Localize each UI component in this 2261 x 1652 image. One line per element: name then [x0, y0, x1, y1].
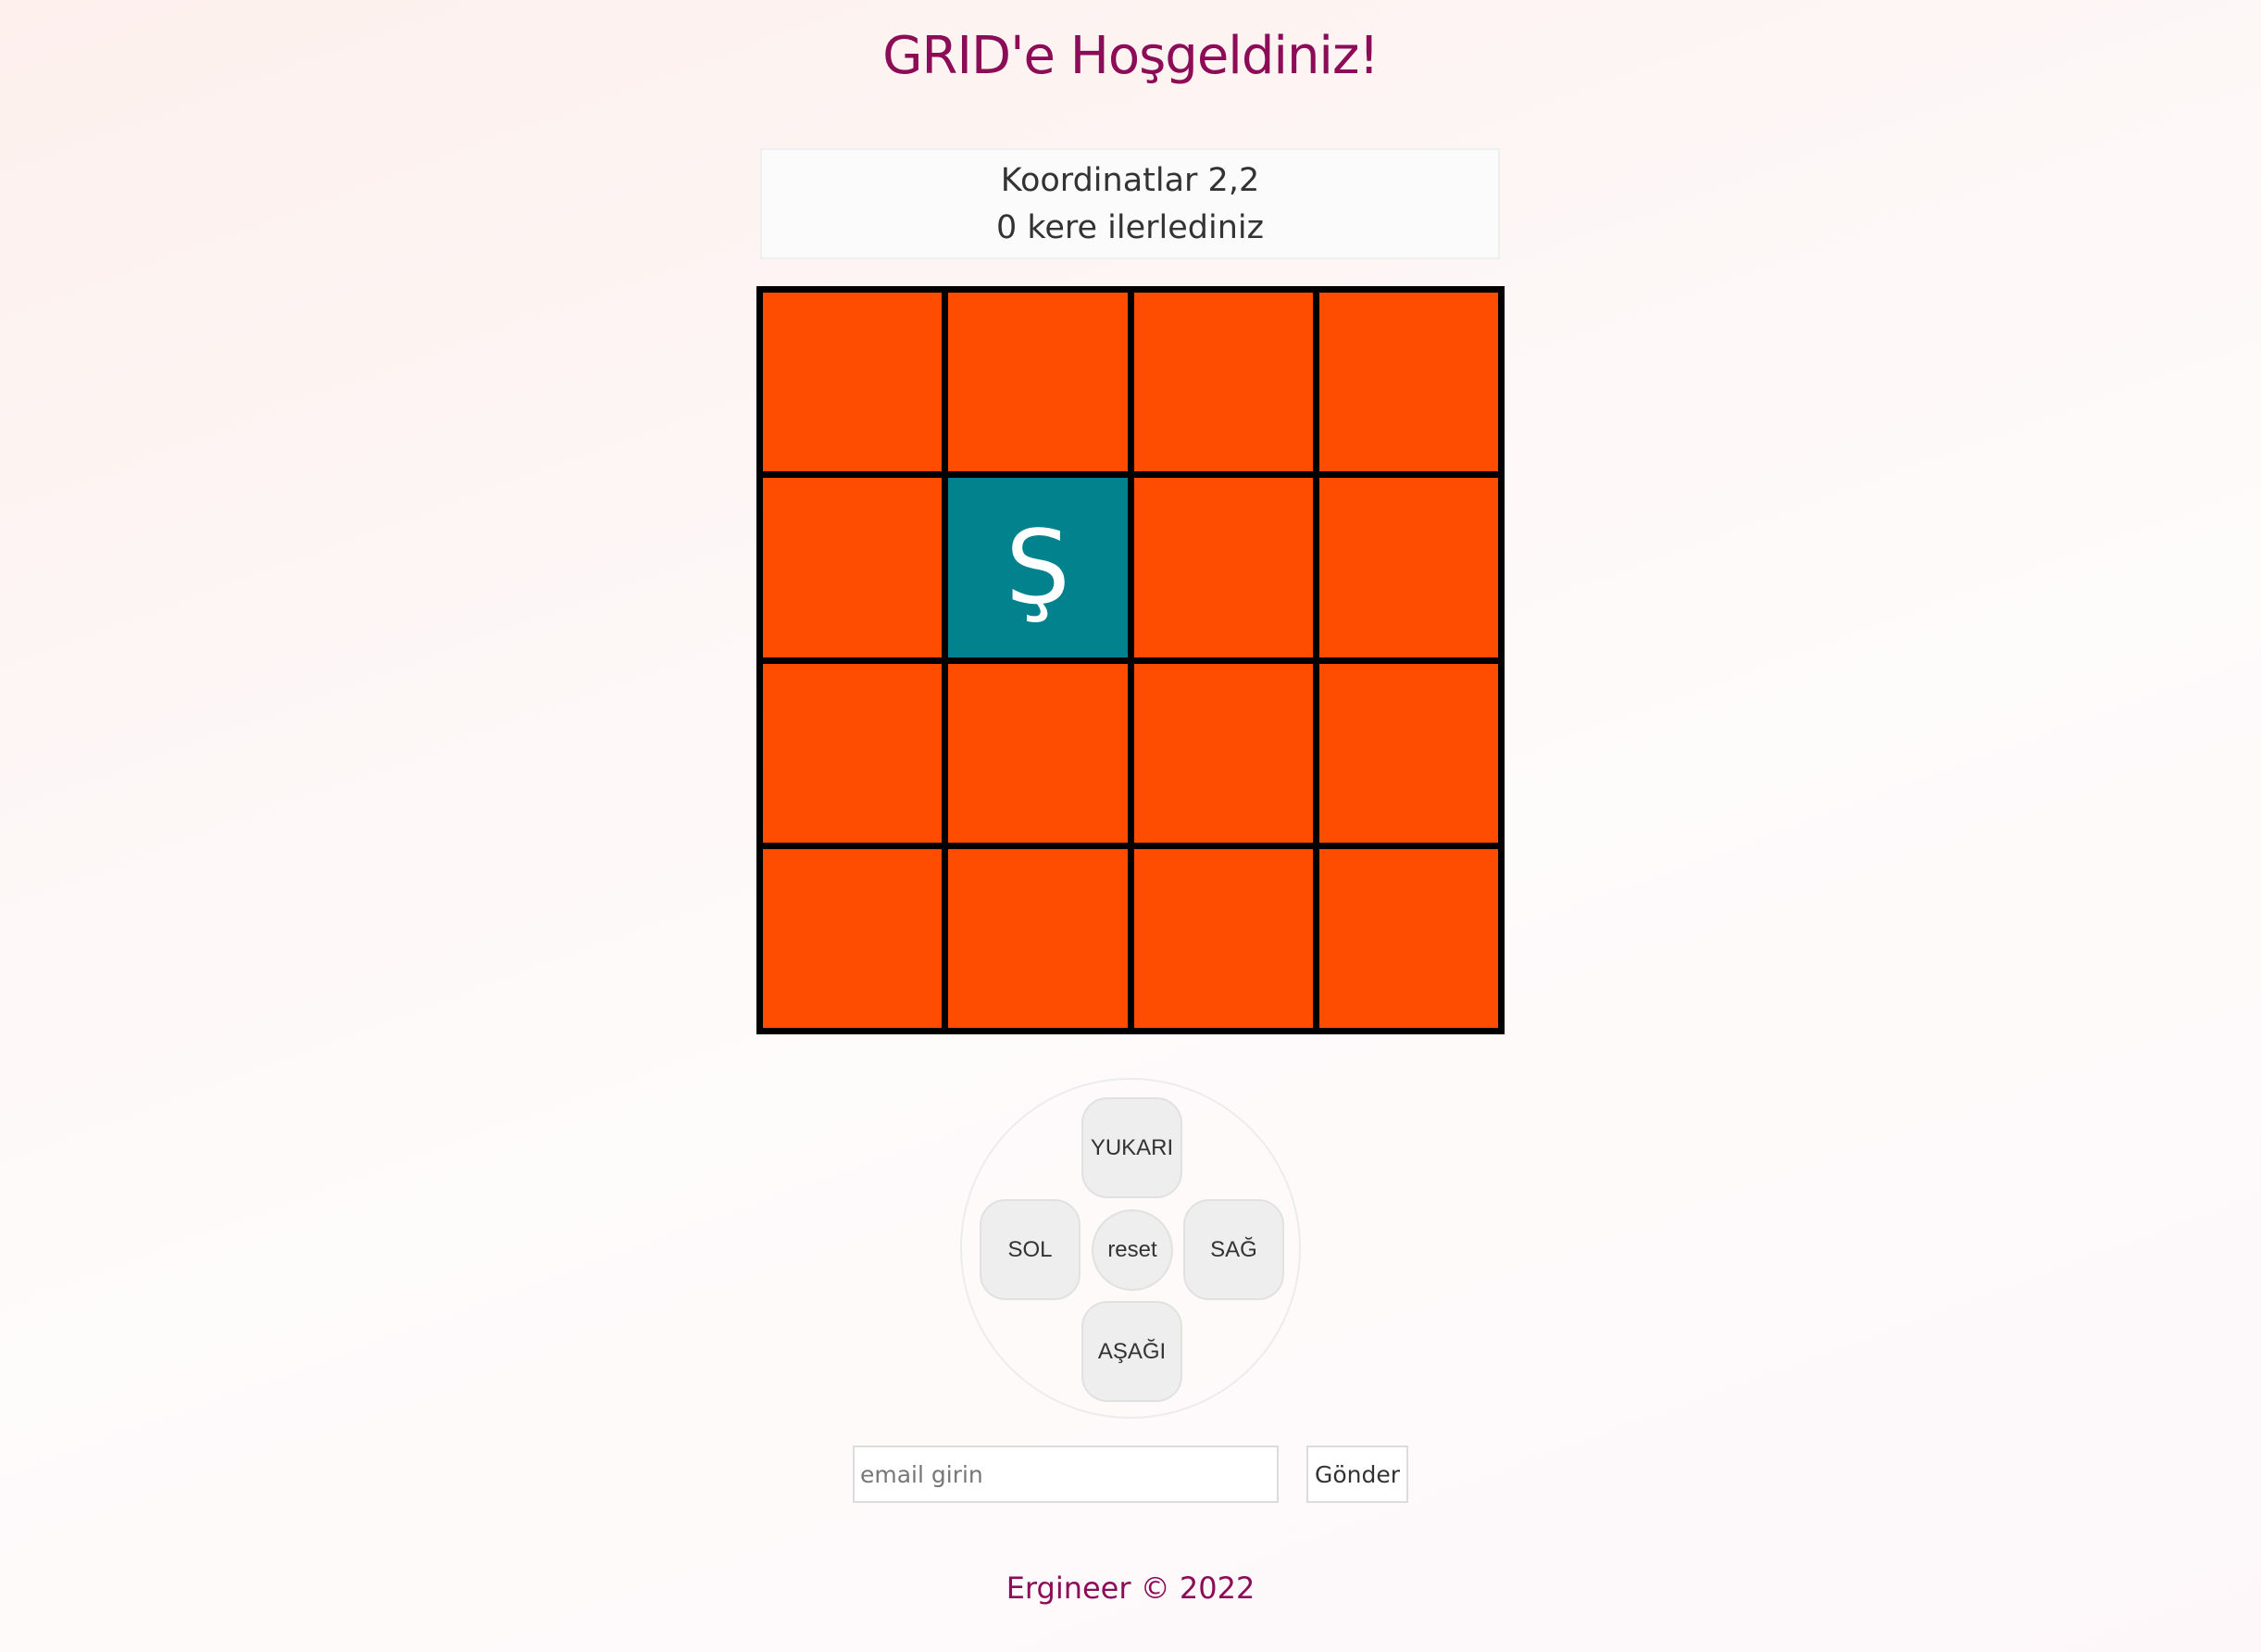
grid-cell	[948, 293, 1128, 472]
grid-cell	[1133, 478, 1313, 657]
grid-cell	[763, 293, 943, 472]
info-panel: Koordinatlar 2,2 0 kere ilerlediniz	[760, 148, 1500, 259]
down-button[interactable]: AŞAĞI	[1081, 1301, 1182, 1402]
grid-cell	[763, 478, 943, 657]
steps-text: 0 kere ilerlediniz	[995, 209, 1265, 246]
coordinates-text: Koordinatlar 2,2	[1000, 162, 1260, 199]
footer-text: Ergineer © 2022	[1006, 1571, 1255, 1606]
grid-cell	[948, 663, 1128, 843]
submit-button[interactable]: Gönder	[1306, 1446, 1408, 1503]
direction-keypad: YUKARI SOL reset SAĞ AŞAĞI	[960, 1078, 1301, 1419]
grid-cell	[1133, 848, 1313, 1028]
grid-cell	[1318, 478, 1498, 657]
grid-cell	[1133, 663, 1313, 843]
grid-cell	[1133, 293, 1313, 472]
reset-button[interactable]: reset	[1092, 1209, 1173, 1291]
grid-cell	[1318, 848, 1498, 1028]
active-marker: Ş	[1005, 507, 1070, 627]
grid-cell	[763, 663, 943, 843]
grid-cell	[1318, 293, 1498, 472]
left-button[interactable]: SOL	[980, 1199, 1081, 1300]
email-input[interactable]	[853, 1446, 1279, 1503]
game-grid: Ş	[756, 286, 1505, 1034]
grid-cell	[763, 848, 943, 1028]
up-button[interactable]: YUKARI	[1081, 1097, 1182, 1198]
right-button[interactable]: SAĞ	[1183, 1199, 1284, 1300]
grid-cell	[948, 848, 1128, 1028]
page-title: GRID'e Hoşgeldiniz!	[882, 26, 1380, 86]
grid-cell	[1318, 663, 1498, 843]
page: GRID'e Hoşgeldiniz! Koordinatlar 2,2 0 k…	[0, 0, 2261, 1652]
grid-cell-active: Ş	[948, 478, 1128, 657]
